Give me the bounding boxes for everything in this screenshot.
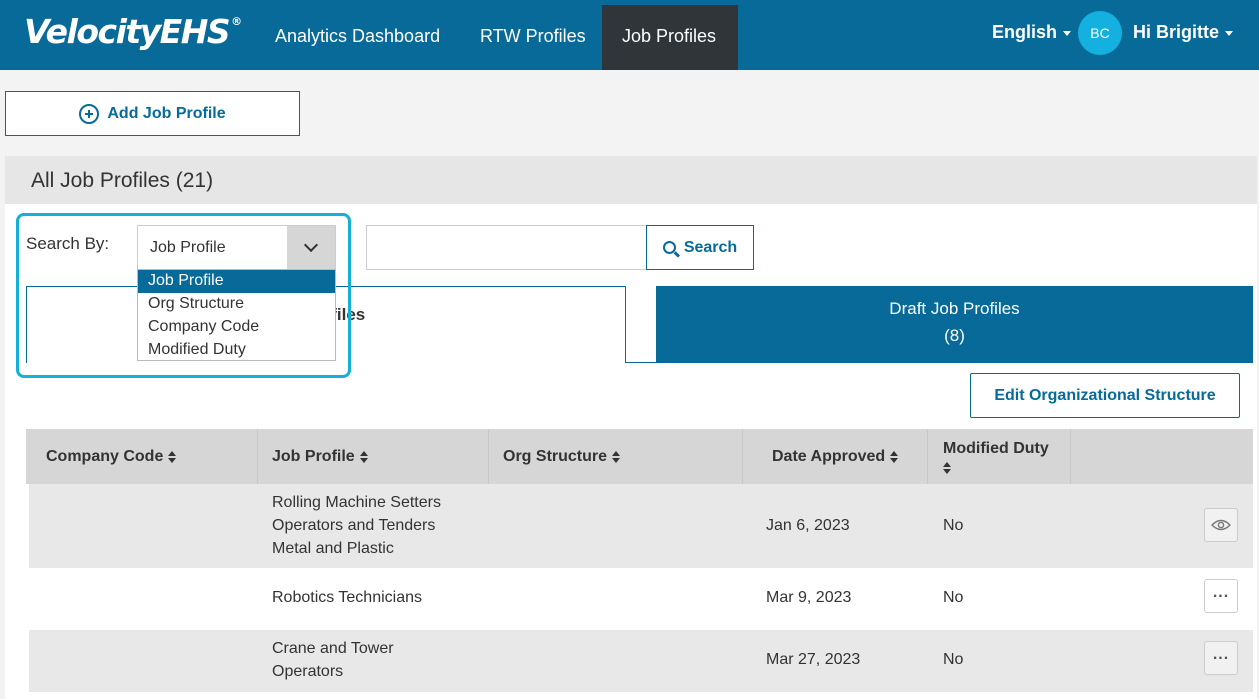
date-approved-cell: Jan 6, 2023 <box>766 517 850 534</box>
add-job-profile-label: Add Job Profile <box>107 104 226 122</box>
avatar[interactable]: BC <box>1078 11 1122 55</box>
search-icon <box>662 241 676 254</box>
job-profile-cell: Rolling Machine Setters Operators and Ten… <box>272 494 441 557</box>
modified-duty-cell: No <box>943 517 964 534</box>
column-header-org-structure[interactable]: Org Structure <box>503 429 621 484</box>
tab-draft-label: Draft Job Profiles <box>889 299 1020 318</box>
sort-icon <box>890 450 899 463</box>
column-divider <box>488 429 489 484</box>
job-profile-cell: Crane and Tower Operators <box>272 640 394 680</box>
language-label: English <box>992 22 1058 42</box>
table-row: Rolling Machine Setters Operators and Ten… <box>29 484 1253 568</box>
column-header-job-profile[interactable]: Job Profile <box>272 429 368 484</box>
sort-icon <box>359 450 368 463</box>
column-divider <box>927 429 928 484</box>
more-icon[interactable]: ... <box>1204 579 1238 613</box>
sort-icon <box>943 461 951 474</box>
language-selector[interactable]: English <box>992 22 1072 43</box>
edit-organizational-structure-button[interactable]: Edit Organizational Structure <box>970 373 1240 418</box>
sort-icon <box>168 450 177 463</box>
column-divider <box>257 429 258 484</box>
table-header: Company Code Job Profile Org Structure D… <box>26 429 1253 484</box>
tab-draft-count: (8) <box>944 326 965 345</box>
search-input[interactable] <box>366 225 647 270</box>
search-button-label: Search <box>683 238 738 256</box>
table-row: Crane and Tower Operators Mar 27, 2023 No… <box>29 630 1253 692</box>
sort-icon <box>612 450 621 463</box>
eye-icon[interactable] <box>1204 508 1238 542</box>
tab-draft-job-profiles[interactable]: Draft Job Profiles (8) <box>656 286 1253 363</box>
logo-text: VelocityEHS <box>24 12 231 51</box>
column-header-modified-duty[interactable]: Modified Duty <box>943 429 1049 484</box>
nav-analytics-dashboard[interactable]: Analytics Dashboard <box>255 5 460 70</box>
velocityehs-logo[interactable]: VelocityEHS ® <box>24 12 242 51</box>
tab-divider <box>626 362 656 363</box>
more-icon[interactable]: ... <box>1204 641 1238 675</box>
modified-duty-cell: No <box>943 651 964 668</box>
registered-mark: ® <box>231 15 243 28</box>
nav-job-profiles[interactable]: Job Profiles <box>602 5 738 70</box>
user-menu[interactable]: Hi Brigitte <box>1133 22 1234 43</box>
caret-down-icon <box>1063 30 1072 36</box>
column-divider <box>742 429 743 484</box>
column-divider <box>1070 429 1071 484</box>
job-profile-cell: Robotics Technicians <box>272 589 423 606</box>
top-nav-bar: VelocityEHS ® Analytics Dashboard RTW Pro… <box>0 0 1259 70</box>
column-header-company-code[interactable]: Company Code <box>46 429 177 484</box>
column-header-date-approved[interactable]: Date Approved <box>772 429 899 484</box>
caret-down-icon <box>1225 30 1234 36</box>
plus-circle-icon <box>79 103 100 124</box>
date-approved-cell: Mar 27, 2023 <box>766 651 861 668</box>
add-job-profile-button[interactable]: Add Job Profile <box>5 91 300 136</box>
modified-duty-cell: No <box>943 589 964 606</box>
highlight-box <box>16 213 351 378</box>
search-button[interactable]: Search <box>646 225 754 270</box>
nav-rtw-profiles[interactable]: RTW Profiles <box>460 5 606 70</box>
date-approved-cell: Mar 9, 2023 <box>766 589 852 606</box>
user-greeting: Hi Brigitte <box>1133 22 1220 42</box>
panel-header: All Job Profiles (21) <box>5 156 1257 204</box>
table-row: Robotics Technicians Mar 9, 2023 No ... <box>29 568 1253 630</box>
page-title: All Job Profiles (21) <box>31 169 214 192</box>
